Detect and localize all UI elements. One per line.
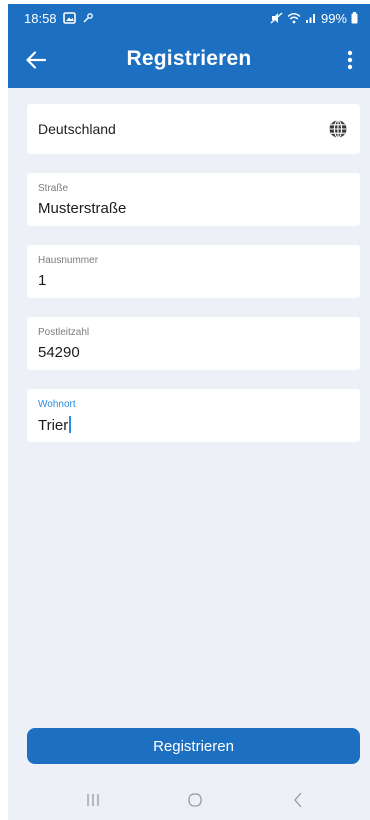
house-number-field[interactable]: Hausnummer 1 [27, 245, 360, 298]
recent-apps-icon [87, 794, 99, 806]
postal-code-label: Postleitzahl [38, 327, 90, 338]
city-field[interactable]: Wohnort Trier [27, 389, 360, 442]
globe-icon [329, 119, 347, 139]
chevron-left-icon [294, 792, 302, 808]
house-number-label: Hausnummer [38, 255, 99, 266]
home-button[interactable] [183, 790, 207, 810]
home-icon [188, 793, 202, 807]
gallery-notification-icon [62, 12, 76, 24]
battery-icon [351, 12, 358, 24]
system-navigation-bar [8, 780, 370, 820]
back-nav-button[interactable] [286, 790, 310, 810]
status-bar: 18:58 99% [8, 4, 370, 32]
wifi-icon [287, 13, 301, 24]
more-vertical-icon [347, 50, 353, 70]
street-label: Straße [38, 183, 69, 194]
postal-code-input[interactable]: 54290 [38, 344, 80, 361]
signal-icon [305, 14, 315, 23]
text-cursor [69, 416, 71, 433]
status-time: 18:58 [24, 10, 57, 26]
street-input[interactable]: Musterstraße [38, 200, 126, 217]
overflow-menu-button[interactable] [338, 46, 362, 74]
country-value: Deutschland [38, 121, 116, 137]
city-input[interactable]: Trier [38, 416, 71, 434]
city-value: Trier [38, 417, 69, 434]
app-bar: Registrieren [8, 32, 370, 88]
mute-icon [270, 12, 283, 24]
city-label: Wohnort [38, 399, 76, 410]
house-number-input[interactable]: 1 [38, 272, 46, 289]
wrench-notification-icon [83, 13, 93, 23]
page-title: Registrieren [126, 47, 252, 70]
battery-percent: 99% [320, 10, 347, 26]
register-button[interactable]: Registrieren [27, 728, 360, 764]
postal-code-field[interactable]: Postleitzahl 54290 [27, 317, 360, 370]
recent-apps-button[interactable] [81, 790, 105, 810]
street-field[interactable]: Straße Musterstraße [27, 173, 360, 226]
country-selector[interactable]: Deutschland [27, 104, 360, 154]
